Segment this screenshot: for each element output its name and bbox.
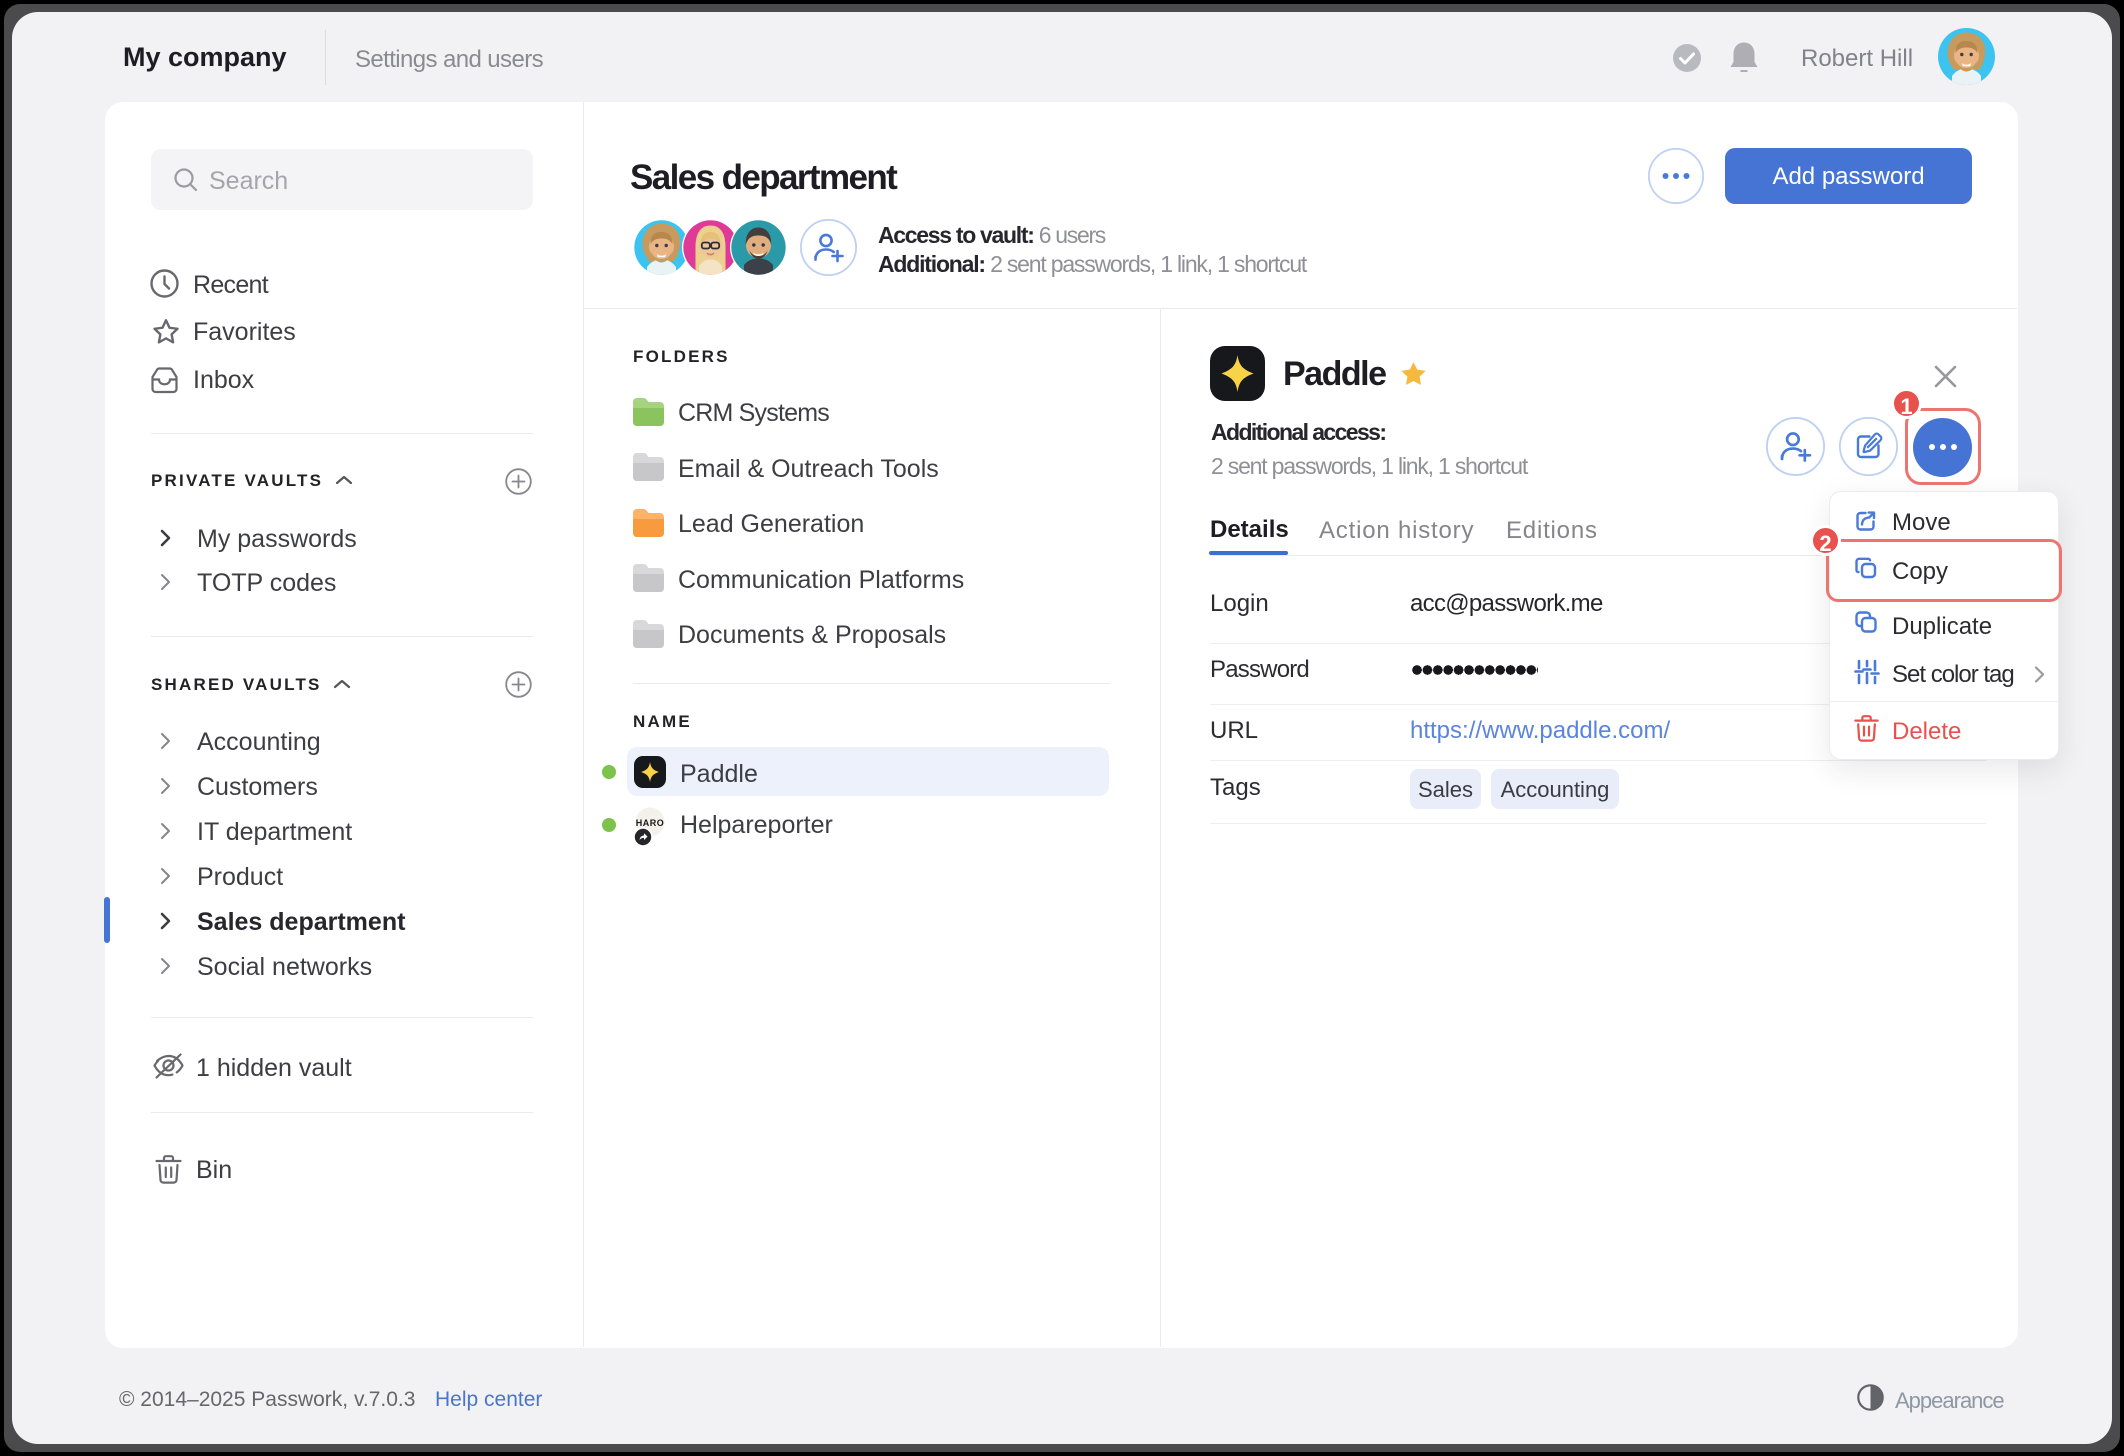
svg-text:HARO: HARO xyxy=(636,818,665,828)
